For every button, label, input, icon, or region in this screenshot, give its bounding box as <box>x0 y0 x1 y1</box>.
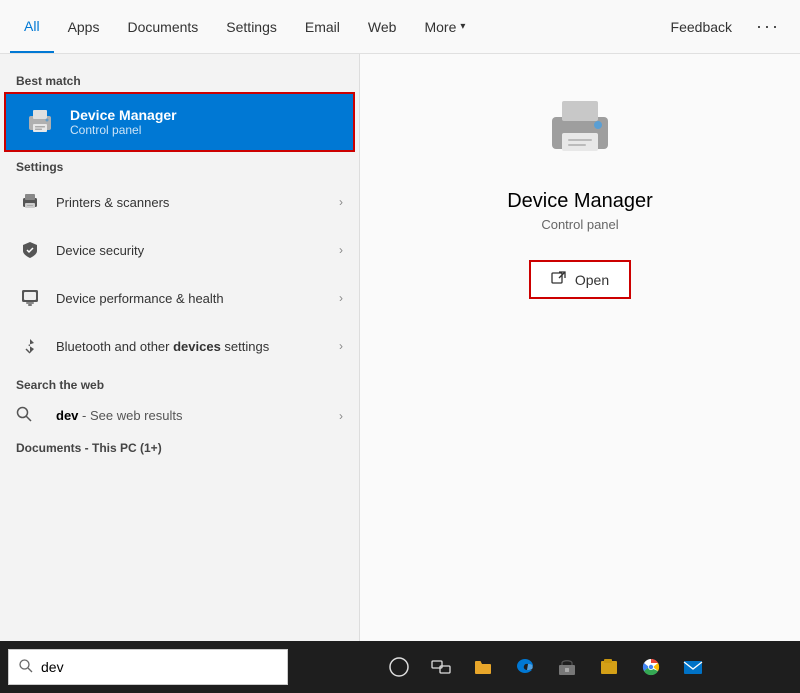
shield-icon <box>16 236 44 264</box>
more-options-button[interactable]: ··· <box>746 16 790 37</box>
tab-documents[interactable]: Documents <box>113 0 212 53</box>
taskbar-search-icon <box>19 659 33 676</box>
detail-subtitle: Control panel <box>541 217 618 232</box>
tab-settings[interactable]: Settings <box>212 0 291 53</box>
tab-web[interactable]: Web <box>354 0 411 53</box>
tab-more-label: More <box>424 19 456 35</box>
printer-icon <box>16 188 44 216</box>
explorer-icon[interactable] <box>591 649 627 685</box>
web-suffix: - See web results <box>78 408 182 423</box>
settings-item-device-security[interactable]: Device security › <box>0 226 359 274</box>
file-explorer-icon[interactable] <box>465 649 501 685</box>
device-security-chevron-icon: › <box>339 243 343 257</box>
search-web-label: Search the web <box>0 370 359 396</box>
feedback-button[interactable]: Feedback <box>657 19 746 35</box>
main-content: Best match Device Manager Control panel … <box>0 54 800 641</box>
edge-browser-icon[interactable] <box>507 649 543 685</box>
right-panel: Device Manager Control panel Open <box>360 54 800 641</box>
taskview-icon[interactable] <box>381 649 417 685</box>
web-query: dev <box>56 408 78 423</box>
device-security-label: Device security <box>56 243 339 258</box>
tab-email[interactable]: Email <box>291 0 354 53</box>
best-match-item[interactable]: Device Manager Control panel <box>4 92 355 152</box>
top-nav: All Apps Documents Settings Email Web Mo… <box>0 0 800 54</box>
tab-documents-label: Documents <box>127 19 198 35</box>
device-manager-icon <box>22 104 58 140</box>
chrome-icon[interactable] <box>633 649 669 685</box>
settings-section-label: Settings <box>0 152 359 178</box>
web-search-chevron-icon: › <box>339 409 343 423</box>
tab-apps-label: Apps <box>68 19 100 35</box>
taskbar <box>0 641 800 693</box>
left-panel: Best match Device Manager Control panel … <box>0 54 360 641</box>
documents-label: Documents - This PC (1+) <box>0 435 359 461</box>
detail-device-manager-icon <box>535 84 625 174</box>
tab-all-label: All <box>24 18 40 34</box>
printers-label: Printers & scanners <box>56 195 339 210</box>
taskbar-icons <box>300 649 792 685</box>
bluetooth-label: Bluetooth and other devices settings <box>56 339 339 354</box>
bluetooth-chevron-icon: › <box>339 339 343 353</box>
detail-title: Device Manager <box>507 190 653 213</box>
settings-item-bluetooth[interactable]: Bluetooth and other devices settings › <box>0 322 359 370</box>
best-match-label: Best match <box>0 66 359 92</box>
multitasking-icon[interactable] <box>423 649 459 685</box>
best-match-title: Device Manager <box>70 107 177 123</box>
settings-item-device-performance[interactable]: Device performance & health › <box>0 274 359 322</box>
store-icon[interactable] <box>549 649 585 685</box>
tab-email-label: Email <box>305 19 340 35</box>
settings-item-printers[interactable]: Printers & scanners › <box>0 178 359 226</box>
tab-web-label: Web <box>368 19 397 35</box>
open-button[interactable]: Open <box>529 260 631 299</box>
printers-chevron-icon: › <box>339 195 343 209</box>
web-search-item[interactable]: dev - See web results › <box>0 396 359 435</box>
open-label: Open <box>575 272 609 288</box>
search-web-icon <box>16 406 44 425</box>
tab-more[interactable]: More ▾ <box>410 0 479 53</box>
device-performance-label: Device performance & health <box>56 291 339 306</box>
open-icon <box>551 270 567 289</box>
best-match-subtitle: Control panel <box>70 123 177 137</box>
bluetooth-icon <box>16 332 44 360</box>
device-performance-chevron-icon: › <box>339 291 343 305</box>
taskbar-search-input[interactable] <box>41 659 277 675</box>
taskbar-search-box[interactable] <box>8 649 288 685</box>
tab-settings-label: Settings <box>226 19 277 35</box>
performance-icon <box>16 284 44 312</box>
tab-all[interactable]: All <box>10 0 54 53</box>
more-chevron-icon: ▾ <box>460 21 465 32</box>
mail-icon[interactable] <box>675 649 711 685</box>
tab-apps[interactable]: Apps <box>54 0 114 53</box>
